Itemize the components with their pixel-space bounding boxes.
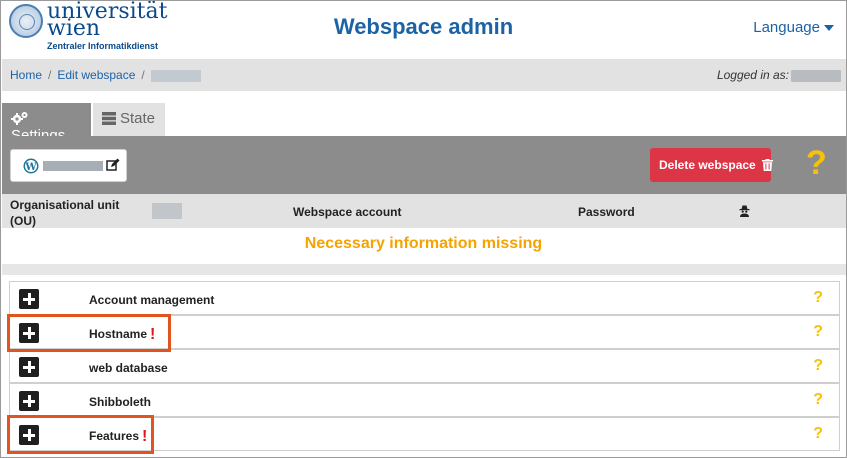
ou-label: Organisational unit (OU) bbox=[10, 198, 120, 228]
help-icon[interactable]: ? bbox=[813, 323, 823, 341]
highlight-box-hostname bbox=[7, 314, 171, 352]
redacted-webspace-title bbox=[43, 161, 103, 171]
user-secret-icon[interactable] bbox=[739, 205, 750, 217]
help-icon[interactable]: ? bbox=[813, 289, 823, 307]
section-shibboleth[interactable]: Shibboleth ? bbox=[9, 383, 840, 417]
language-dropdown[interactable]: Language bbox=[753, 19, 834, 36]
page-title: Webspace admin bbox=[333, 14, 514, 39]
tab-state[interactable]: State bbox=[93, 103, 165, 136]
tab-settings[interactable]: Settings bbox=[2, 103, 91, 144]
tab-state-label: State bbox=[120, 110, 156, 127]
logged-in-status: Logged in as: bbox=[717, 68, 841, 82]
logged-in-label: Logged in as: bbox=[716, 68, 789, 82]
password-label: Password bbox=[578, 205, 635, 219]
language-label: Language bbox=[753, 19, 820, 36]
highlight-box-features bbox=[7, 415, 154, 454]
section-label: Account management bbox=[89, 293, 215, 307]
webspace-admin-window: universität wien Zentraler Informatikdie… bbox=[0, 0, 847, 458]
expand-plus-icon[interactable] bbox=[19, 289, 39, 309]
webspace-account-label: Webspace account bbox=[293, 205, 402, 219]
webspace-panel: W Delete webspace ? bbox=[2, 136, 846, 194]
breadcrumb-home-link[interactable]: Home bbox=[10, 68, 42, 82]
redacted-username bbox=[791, 69, 841, 82]
breadcrumb-edit-webspace-link[interactable]: Edit webspace bbox=[57, 68, 135, 82]
help-icon[interactable]: ? bbox=[813, 357, 823, 375]
webspace-name-edit-button[interactable]: W bbox=[10, 149, 127, 182]
trash-icon bbox=[762, 159, 774, 171]
section-divider bbox=[2, 264, 846, 275]
redacted-webspace-name bbox=[150, 69, 201, 82]
section-label: web database bbox=[89, 361, 168, 375]
section-label: Shibboleth bbox=[89, 395, 151, 409]
breadcrumb-separator: / bbox=[141, 68, 145, 82]
help-icon[interactable]: ? bbox=[813, 391, 823, 409]
delete-webspace-label: Delete webspace bbox=[659, 158, 756, 172]
breadcrumb-bar: Home / Edit webspace / Logged in as: bbox=[2, 59, 846, 91]
header: universität wien Zentraler Informatikdie… bbox=[1, 1, 846, 57]
server-icon bbox=[102, 112, 116, 125]
section-account-management[interactable]: Account management ? bbox=[9, 281, 840, 315]
caret-down-icon bbox=[824, 25, 834, 32]
redacted-ou-value bbox=[152, 203, 182, 219]
webspace-info-row: Organisational unit (OU) Webspace accoun… bbox=[2, 194, 846, 228]
cogs-icon bbox=[11, 112, 28, 125]
expand-plus-icon[interactable] bbox=[19, 357, 39, 377]
delete-webspace-button[interactable]: Delete webspace bbox=[650, 148, 774, 182]
breadcrumb-separator: / bbox=[48, 68, 52, 82]
section-web-database[interactable]: web database ? bbox=[9, 349, 840, 383]
help-icon[interactable]: ? bbox=[806, 141, 827, 185]
logo-subtitle: Zentraler Informatikdienst bbox=[47, 41, 159, 51]
missing-info-warning: Necessary information missing bbox=[304, 235, 543, 252]
help-icon[interactable]: ? bbox=[813, 425, 823, 443]
wordpress-icon: W bbox=[23, 158, 39, 174]
breadcrumb: Home / Edit webspace / bbox=[10, 68, 201, 82]
svg-text:W: W bbox=[24, 162, 37, 173]
expand-plus-icon[interactable] bbox=[19, 391, 39, 411]
edit-icon bbox=[106, 158, 120, 171]
